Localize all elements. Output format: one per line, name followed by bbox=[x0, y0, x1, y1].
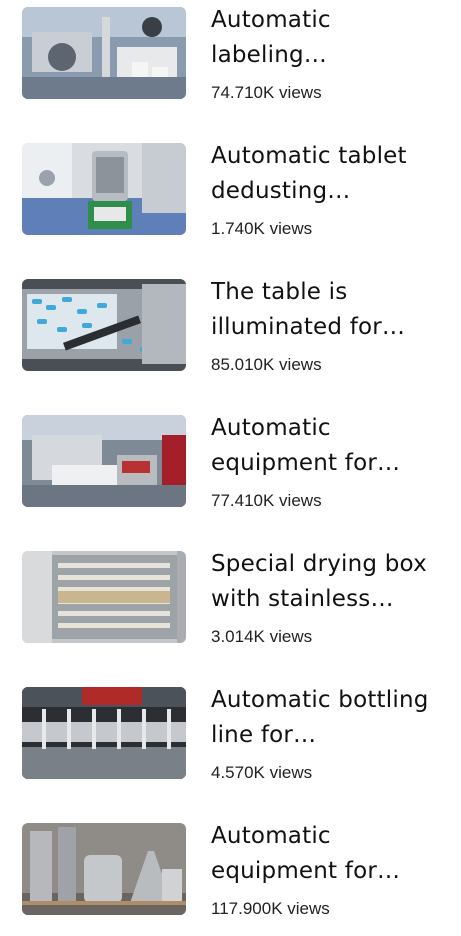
video-title[interactable]: Automatic bottling line for… bbox=[211, 683, 451, 753]
view-count: 4.570K views bbox=[211, 763, 313, 782]
video-item[interactable]: Automatic labeling… 74.710K views bbox=[0, 0, 461, 120]
view-count: 1.740K views bbox=[211, 219, 313, 238]
view-count: 77.410K views bbox=[211, 491, 322, 510]
video-title[interactable]: Automatic labeling… bbox=[211, 3, 451, 73]
video-list: Automatic labeling… 74.710K views Automa… bbox=[0, 0, 461, 927]
video-thumbnail[interactable] bbox=[22, 687, 186, 779]
video-thumbnail[interactable] bbox=[22, 143, 186, 235]
video-item[interactable]: Automatic tablet dedusting… 1.740K views bbox=[0, 136, 461, 256]
video-item[interactable]: The table is illuminated for… 85.010K vi… bbox=[0, 272, 461, 392]
video-title[interactable]: Automatic equipment for… bbox=[211, 819, 451, 889]
video-item[interactable]: Automatic bottling line for… 4.570K view… bbox=[0, 680, 461, 800]
video-item[interactable]: Automatic equipment for… 77.410K views bbox=[0, 408, 461, 528]
video-title[interactable]: Automatic equipment for… bbox=[211, 411, 451, 481]
view-count: 117.900K views bbox=[211, 899, 330, 918]
video-thumbnail[interactable] bbox=[22, 551, 186, 643]
view-count: 74.710K views bbox=[211, 83, 322, 102]
video-title[interactable]: Automatic tablet dedusting… bbox=[211, 139, 451, 209]
video-title[interactable]: The table is illuminated for… bbox=[211, 275, 451, 345]
video-thumbnail[interactable] bbox=[22, 415, 186, 507]
video-item[interactable]: Automatic equipment for… 117.900K views bbox=[0, 816, 461, 936]
video-item[interactable]: Special drying box with stainless… 3.014… bbox=[0, 544, 461, 664]
video-thumbnail[interactable] bbox=[22, 7, 186, 99]
view-count: 3.014K views bbox=[211, 627, 313, 646]
video-thumbnail[interactable] bbox=[22, 279, 186, 371]
view-count: 85.010K views bbox=[211, 355, 322, 374]
video-thumbnail[interactable] bbox=[22, 823, 186, 915]
video-title[interactable]: Special drying box with stainless… bbox=[211, 547, 451, 617]
